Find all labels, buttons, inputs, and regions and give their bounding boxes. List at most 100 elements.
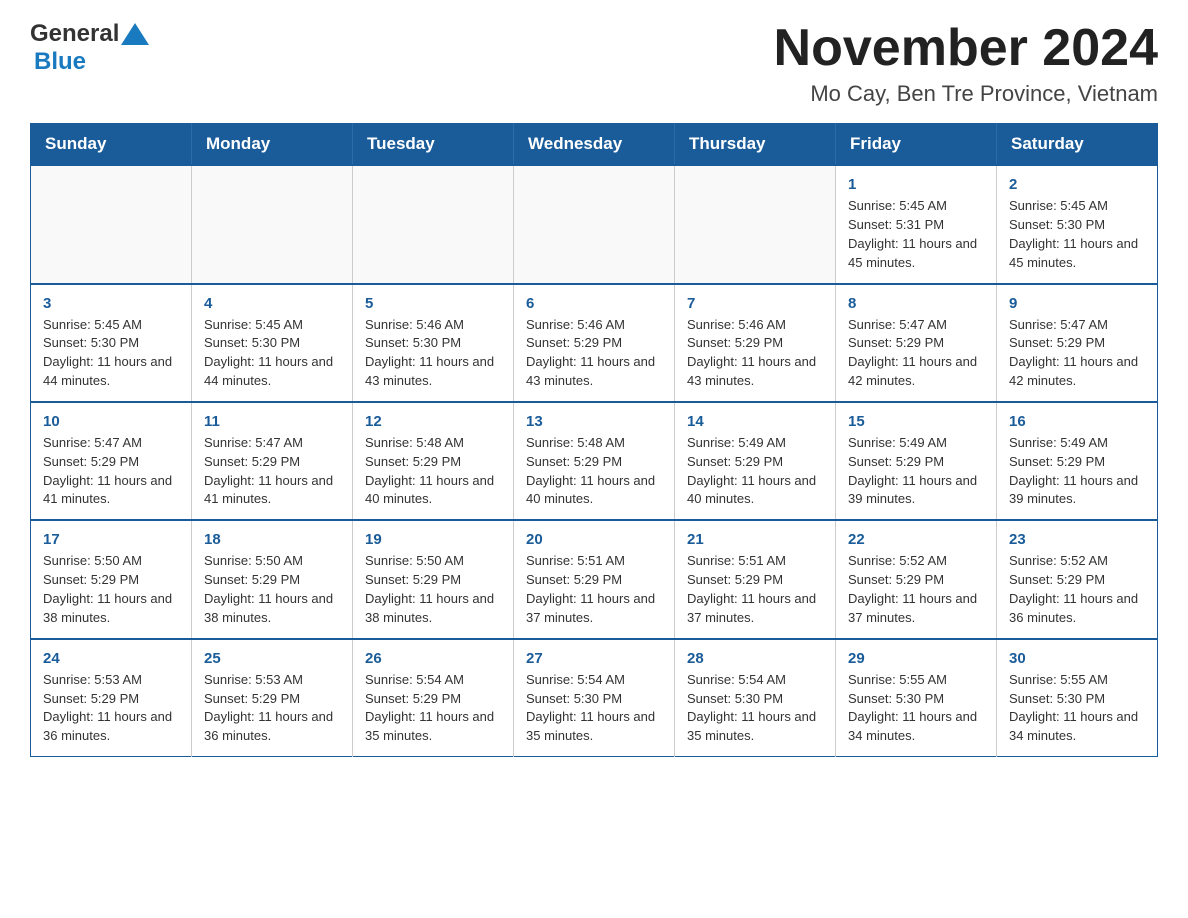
day-info: Sunrise: 5:54 AMSunset: 5:29 PMDaylight:… — [365, 671, 501, 746]
day-number: 28 — [687, 650, 823, 667]
table-row: 16 Sunrise: 5:49 AMSunset: 5:29 PMDayligh… — [997, 402, 1158, 520]
day-info: Sunrise: 5:50 AMSunset: 5:29 PMDaylight:… — [204, 552, 340, 627]
title-block: November 2024 Mo Cay, Ben Tre Province, … — [774, 20, 1158, 107]
table-row: 2 Sunrise: 5:45 AMSunset: 5:30 PMDaylight… — [997, 165, 1158, 283]
calendar-table: SundayMondayTuesdayWednesdayThursdayFrid… — [30, 123, 1158, 757]
day-number: 25 — [204, 650, 340, 667]
day-info: Sunrise: 5:46 AMSunset: 5:29 PMDaylight:… — [687, 316, 823, 391]
table-row: 12 Sunrise: 5:48 AMSunset: 5:29 PMDayligh… — [353, 402, 514, 520]
day-info: Sunrise: 5:50 AMSunset: 5:29 PMDaylight:… — [43, 552, 179, 627]
table-row — [514, 165, 675, 283]
table-row: 27 Sunrise: 5:54 AMSunset: 5:30 PMDayligh… — [514, 639, 675, 757]
day-info: Sunrise: 5:51 AMSunset: 5:29 PMDaylight:… — [526, 552, 662, 627]
table-row: 29 Sunrise: 5:55 AMSunset: 5:30 PMDayligh… — [836, 639, 997, 757]
day-number: 2 — [1009, 176, 1145, 193]
day-info: Sunrise: 5:54 AMSunset: 5:30 PMDaylight:… — [687, 671, 823, 746]
table-row: 6 Sunrise: 5:46 AMSunset: 5:29 PMDaylight… — [514, 284, 675, 402]
day-number: 11 — [204, 413, 340, 430]
calendar-header: SundayMondayTuesdayWednesdayThursdayFrid… — [31, 124, 1158, 166]
table-row: 1 Sunrise: 5:45 AMSunset: 5:31 PMDaylight… — [836, 165, 997, 283]
day-info: Sunrise: 5:52 AMSunset: 5:29 PMDaylight:… — [1009, 552, 1145, 627]
table-row — [31, 165, 192, 283]
day-number: 15 — [848, 413, 984, 430]
table-row: 23 Sunrise: 5:52 AMSunset: 5:29 PMDayligh… — [997, 520, 1158, 638]
day-info: Sunrise: 5:48 AMSunset: 5:29 PMDaylight:… — [526, 434, 662, 509]
day-info: Sunrise: 5:55 AMSunset: 5:30 PMDaylight:… — [1009, 671, 1145, 746]
day-number: 10 — [43, 413, 179, 430]
day-number: 21 — [687, 531, 823, 548]
day-number: 27 — [526, 650, 662, 667]
table-row: 4Sunrise: 5:45 AMSunset: 5:30 PMDaylight… — [192, 284, 353, 402]
day-number: 4 — [204, 295, 340, 312]
logo-triangle-icon — [121, 23, 149, 45]
day-number: 29 — [848, 650, 984, 667]
day-info: Sunrise: 5:50 AMSunset: 5:29 PMDaylight:… — [365, 552, 501, 627]
day-info: Sunrise: 5:45 AMSunset: 5:31 PMDaylight:… — [848, 197, 984, 272]
table-row: 13Sunrise: 5:48 AMSunset: 5:29 PMDayligh… — [514, 402, 675, 520]
day-info: Sunrise: 5:45 AMSunset: 5:30 PMDaylight:… — [43, 316, 179, 391]
day-info: Sunrise: 5:54 AMSunset: 5:30 PMDaylight:… — [526, 671, 662, 746]
day-number: 6 — [526, 295, 662, 312]
table-row: 14Sunrise: 5:49 AMSunset: 5:29 PMDayligh… — [675, 402, 836, 520]
table-row: 11Sunrise: 5:47 AMSunset: 5:29 PMDayligh… — [192, 402, 353, 520]
day-info: Sunrise: 5:48 AMSunset: 5:29 PMDaylight:… — [365, 434, 501, 509]
day-number: 18 — [204, 531, 340, 548]
calendar-week-5: 24 Sunrise: 5:53 AMSunset: 5:29 PMDayligh… — [31, 639, 1158, 757]
day-number: 30 — [1009, 650, 1145, 667]
day-number: 12 — [365, 413, 501, 430]
day-info: Sunrise: 5:49 AMSunset: 5:29 PMDaylight:… — [1009, 434, 1145, 509]
calendar-week-4: 17Sunrise: 5:50 AMSunset: 5:29 PMDayligh… — [31, 520, 1158, 638]
day-info: Sunrise: 5:47 AMSunset: 5:29 PMDaylight:… — [43, 434, 179, 509]
table-row: 24 Sunrise: 5:53 AMSunset: 5:29 PMDayligh… — [31, 639, 192, 757]
table-row: 17Sunrise: 5:50 AMSunset: 5:29 PMDayligh… — [31, 520, 192, 638]
day-number: 23 — [1009, 531, 1145, 548]
table-row: 22Sunrise: 5:52 AMSunset: 5:29 PMDayligh… — [836, 520, 997, 638]
logo-blue-text: Blue — [34, 48, 86, 76]
day-info: Sunrise: 5:46 AMSunset: 5:30 PMDaylight:… — [365, 316, 501, 391]
table-row: 8Sunrise: 5:47 AMSunset: 5:29 PMDaylight… — [836, 284, 997, 402]
table-row: 26 Sunrise: 5:54 AMSunset: 5:29 PMDayligh… — [353, 639, 514, 757]
day-number: 14 — [687, 413, 823, 430]
day-header-monday: Monday — [192, 124, 353, 166]
day-info: Sunrise: 5:46 AMSunset: 5:29 PMDaylight:… — [526, 316, 662, 391]
table-row: 5 Sunrise: 5:46 AMSunset: 5:30 PMDaylight… — [353, 284, 514, 402]
day-number: 26 — [365, 650, 501, 667]
day-number: 24 — [43, 650, 179, 667]
table-row: 21 Sunrise: 5:51 AMSunset: 5:29 PMDayligh… — [675, 520, 836, 638]
table-row: 10 Sunrise: 5:47 AMSunset: 5:29 PMDayligh… — [31, 402, 192, 520]
table-row: 19 Sunrise: 5:50 AMSunset: 5:29 PMDayligh… — [353, 520, 514, 638]
table-row — [675, 165, 836, 283]
day-number: 8 — [848, 295, 984, 312]
day-info: Sunrise: 5:55 AMSunset: 5:30 PMDaylight:… — [848, 671, 984, 746]
logo-general-text: General — [30, 20, 119, 48]
day-number: 16 — [1009, 413, 1145, 430]
calendar-week-2: 3Sunrise: 5:45 AMSunset: 5:30 PMDaylight… — [31, 284, 1158, 402]
day-info: Sunrise: 5:47 AMSunset: 5:29 PMDaylight:… — [1009, 316, 1145, 391]
table-row — [353, 165, 514, 283]
calendar-body: 1 Sunrise: 5:45 AMSunset: 5:31 PMDaylight… — [31, 165, 1158, 756]
logo: General Blue — [30, 20, 151, 76]
day-info: Sunrise: 5:49 AMSunset: 5:29 PMDaylight:… — [848, 434, 984, 509]
day-number: 20 — [526, 531, 662, 548]
day-header-saturday: Saturday — [997, 124, 1158, 166]
day-info: Sunrise: 5:52 AMSunset: 5:29 PMDaylight:… — [848, 552, 984, 627]
day-header-friday: Friday — [836, 124, 997, 166]
day-header-wednesday: Wednesday — [514, 124, 675, 166]
day-number: 5 — [365, 295, 501, 312]
day-info: Sunrise: 5:53 AMSunset: 5:29 PMDaylight:… — [43, 671, 179, 746]
table-row: 7Sunrise: 5:46 AMSunset: 5:29 PMDaylight… — [675, 284, 836, 402]
day-number: 1 — [848, 176, 984, 193]
day-header-tuesday: Tuesday — [353, 124, 514, 166]
day-info: Sunrise: 5:51 AMSunset: 5:29 PMDaylight:… — [687, 552, 823, 627]
table-row: 18 Sunrise: 5:50 AMSunset: 5:29 PMDayligh… — [192, 520, 353, 638]
table-row — [192, 165, 353, 283]
table-row: 9Sunrise: 5:47 AMSunset: 5:29 PMDaylight… — [997, 284, 1158, 402]
header-row: SundayMondayTuesdayWednesdayThursdayFrid… — [31, 124, 1158, 166]
day-header-sunday: Sunday — [31, 124, 192, 166]
page-header: General Blue November 2024 Mo Cay, Ben T… — [30, 20, 1158, 107]
table-row: 25Sunrise: 5:53 AMSunset: 5:29 PMDayligh… — [192, 639, 353, 757]
calendar-week-3: 10 Sunrise: 5:47 AMSunset: 5:29 PMDayligh… — [31, 402, 1158, 520]
day-number: 19 — [365, 531, 501, 548]
table-row: 30 Sunrise: 5:55 AMSunset: 5:30 PMDayligh… — [997, 639, 1158, 757]
day-info: Sunrise: 5:45 AMSunset: 5:30 PMDaylight:… — [1009, 197, 1145, 272]
